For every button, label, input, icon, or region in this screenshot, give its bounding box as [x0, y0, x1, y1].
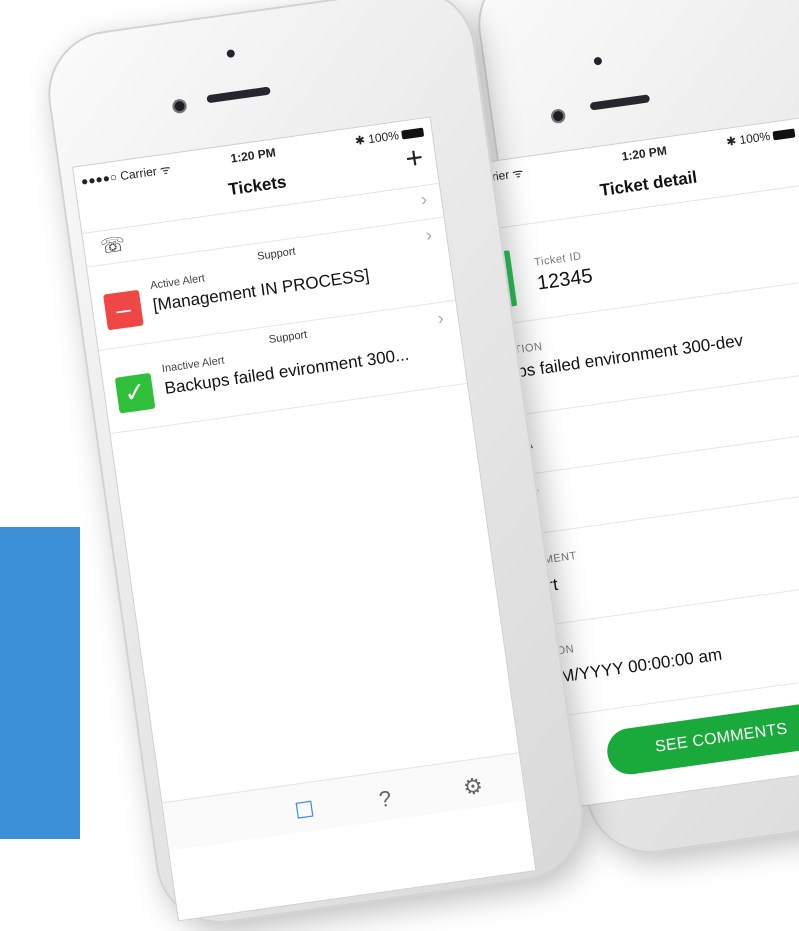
battery-label: ✱ 100% [354, 128, 400, 149]
ticket-id-label: Ticket ID [533, 250, 583, 269]
tab-list-icon[interactable]: ☐ [293, 796, 316, 824]
chevron-right-icon: › [419, 188, 429, 210]
tab-help-icon[interactable]: ? [377, 786, 393, 813]
battery-icon [772, 128, 796, 141]
blue-background-panel [0, 527, 80, 839]
ticket-title: Backups failed evironment 300... [163, 344, 411, 398]
ticket-id-value: 12345 [535, 265, 594, 295]
inactive-alert-icon: ✓ [114, 372, 156, 414]
battery-indicator: ✱ 100% [725, 125, 796, 149]
chevron-right-icon: › [436, 307, 445, 329]
battery-label: ✱ 100% [725, 128, 771, 149]
ticket-queue: Support [268, 328, 308, 346]
tab-bar: ☐ ? ⚙ [162, 752, 526, 851]
ticket-queue: Support [256, 245, 297, 263]
ticket-title: [Management IN PROCESS] [151, 265, 371, 315]
tab-settings-icon[interactable]: ⚙ [461, 773, 484, 801]
description-value: ps failed environment 300-dev [516, 330, 745, 382]
see-comments-button[interactable]: SEE COMMENTS [604, 699, 799, 778]
add-ticket-button[interactable]: + [403, 141, 425, 177]
assignment-label: MENT [543, 549, 578, 567]
active-alert-icon: – [103, 289, 144, 331]
phone-icon[interactable]: ☏ [99, 231, 127, 259]
battery-icon [401, 127, 425, 140]
date-value: M/YYYY 00:00:00 am [558, 644, 724, 687]
chevron-right-icon: › [424, 224, 434, 246]
